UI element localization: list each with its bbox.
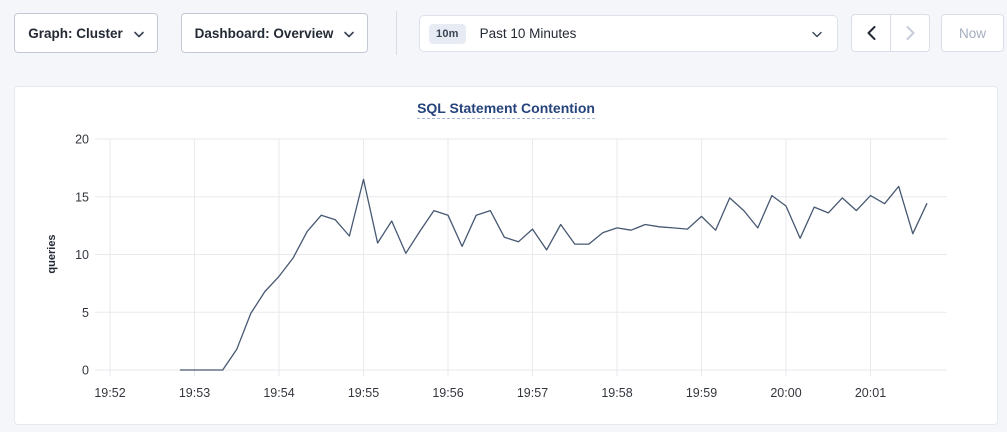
sql-statement-contention-chart: 0 5 10 15 20 19:52 19:53 19:54 19:55 19:56 19:57 19… [15,121,997,421]
x-tick-label: 19:54 [263,386,294,400]
time-back-button[interactable] [852,15,890,51]
now-button[interactable]: Now [941,14,1004,52]
chart-title-row: SQL Statement Contention [15,87,997,121]
chart-card: SQL Statement Contention 0 5 10 15 20 19:52 19… [14,86,998,425]
x-tick-label: 19:53 [179,386,210,400]
chevron-down-icon [134,31,144,38]
x-tick-label: 20:00 [770,386,801,400]
time-step-button-group [851,14,930,52]
y-tick-label: 5 [82,306,89,320]
graph-dropdown[interactable]: Graph: Cluster [14,13,158,53]
time-forward-button[interactable] [890,15,929,51]
time-range-select[interactable]: 10m Past 10 Minutes [419,15,838,52]
chevron-down-icon [344,31,354,38]
y-axis-title: queries [46,234,58,273]
x-tick-label: 19:57 [517,386,548,400]
series-line [180,179,926,370]
chevron-left-icon [867,26,876,40]
x-tick-label: 19:59 [686,386,717,400]
chart-title[interactable]: SQL Statement Contention [417,100,595,119]
dashboard-dropdown-label: Dashboard: Overview [195,26,334,41]
chevron-right-icon [906,26,915,40]
graph-dropdown-label: Graph: Cluster [28,26,123,41]
time-range-label: Past 10 Minutes [480,26,798,41]
x-tick-label: 19:56 [432,386,463,400]
y-tick-label: 10 [75,248,89,262]
x-tick-label: 19:52 [94,386,125,400]
toolbar-divider [396,11,397,55]
time-range-badge: 10m [429,24,466,44]
x-tick-label: 19:58 [601,386,632,400]
y-tick-label: 0 [82,364,89,378]
y-tick-label: 20 [75,133,89,147]
dashboard-dropdown[interactable]: Dashboard: Overview [181,13,368,53]
x-tick-label: 20:01 [855,386,886,400]
chevron-down-icon [812,31,822,38]
x-tick-label: 19:55 [348,386,379,400]
y-tick-label: 15 [75,190,89,204]
